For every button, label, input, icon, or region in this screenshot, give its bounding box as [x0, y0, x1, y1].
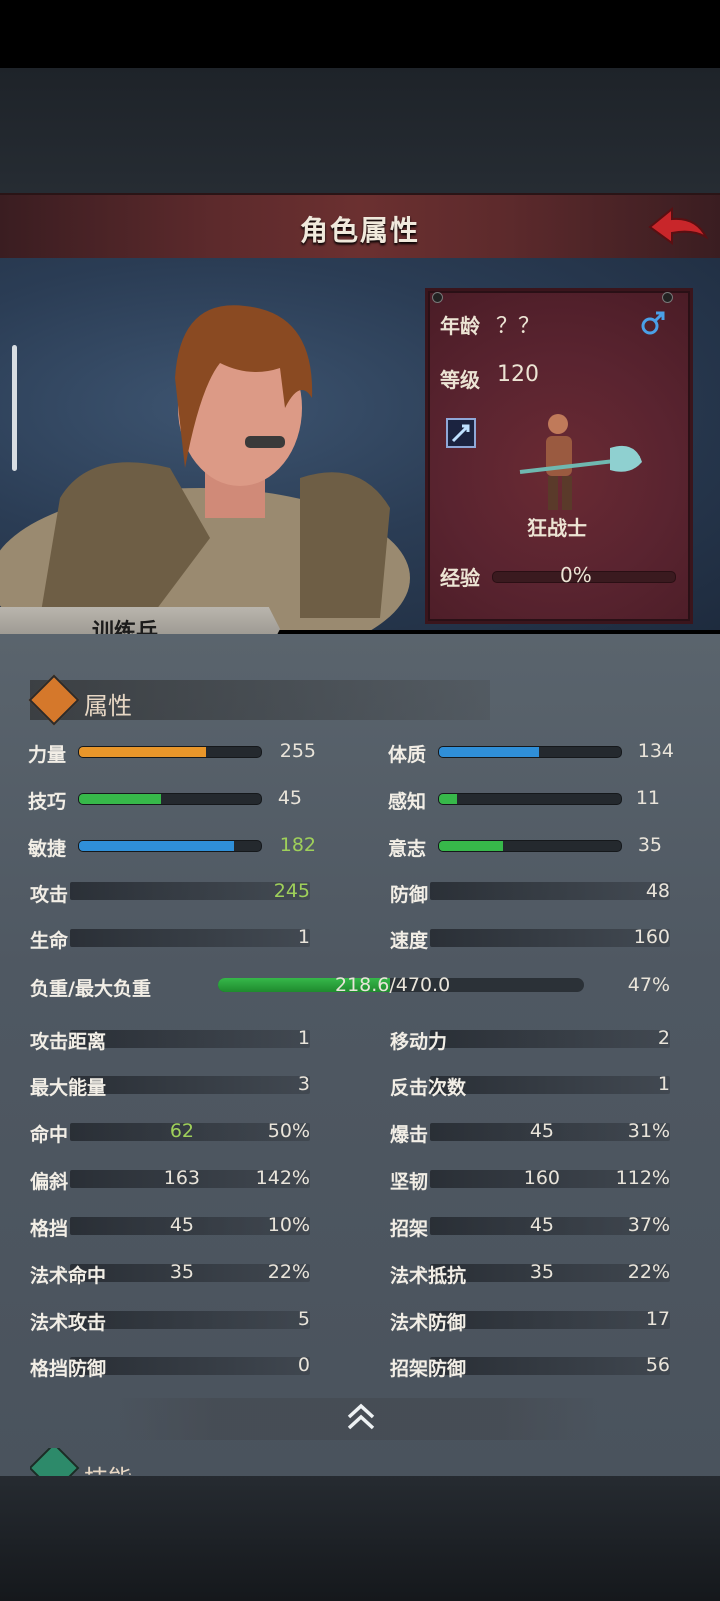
hp-label: 生命 [30, 930, 69, 952]
block-value: 45 [169, 1214, 194, 1236]
berserker-figure [519, 414, 642, 510]
stat-value: 134 [637, 740, 674, 762]
weapon-skill-icon[interactable] [446, 418, 476, 448]
attributes-title: 属性 [84, 692, 132, 720]
weight-percent: 47% [627, 974, 670, 996]
spellhit-label: 法术命中 [30, 1265, 107, 1287]
blockdef-value: 0 [297, 1354, 310, 1376]
spelldef-value: 17 [645, 1308, 670, 1330]
scroll-indicator[interactable] [12, 345, 17, 471]
block-pct: 10% [267, 1214, 310, 1236]
male-icon [641, 311, 665, 335]
attack-value: 245 [273, 880, 310, 902]
move-value: 2 [657, 1027, 670, 1049]
range-label: 攻击距离 [30, 1031, 107, 1053]
spellres-pct: 22% [627, 1261, 670, 1283]
weight-value: 218.6/470.0 [335, 974, 451, 996]
move-label: 移动力 [390, 1031, 448, 1053]
deflect-value: 163 [163, 1167, 200, 1189]
stats-panel [0, 634, 720, 1476]
stat-label: 技巧 [28, 791, 67, 813]
hp-value: 1 [297, 926, 310, 948]
back-arrow-icon[interactable] [646, 203, 710, 251]
stat-value: 45 [277, 787, 302, 809]
hit-label: 命中 [30, 1124, 69, 1146]
defense-value: 48 [645, 880, 670, 902]
stat-label: 意志 [388, 838, 427, 860]
tough-label: 坚韧 [390, 1171, 429, 1193]
spellatk-label: 法术攻击 [30, 1312, 107, 1334]
spelldef-label: 法术防御 [390, 1312, 467, 1334]
weight-label: 负重/最大负重 [30, 978, 151, 1000]
level-value: 120 [497, 362, 539, 387]
stat-value: 255 [279, 740, 316, 762]
hit-value: 62 [169, 1120, 194, 1142]
exp-label: 经验 [440, 566, 480, 590]
spellres-value: 35 [529, 1261, 554, 1283]
age-value: ？？ [496, 314, 541, 339]
deflect-pct: 142% [255, 1167, 310, 1189]
stat-label: 敏捷 [28, 838, 67, 860]
attack-label: 攻击 [30, 884, 69, 906]
speed-value: 160 [633, 926, 670, 948]
stat-bar [438, 840, 622, 852]
crit-pct: 31% [627, 1120, 670, 1142]
stat-bar [438, 793, 622, 805]
counter-value: 1 [657, 1073, 670, 1095]
counter-label: 反击次数 [390, 1077, 467, 1099]
stat-bar [78, 746, 262, 758]
spellatk-value: 5 [297, 1308, 310, 1330]
spellhit-pct: 22% [267, 1261, 310, 1283]
parrydef-label: 招架防御 [390, 1358, 467, 1380]
pin-icon [432, 292, 443, 303]
top-spacer [0, 68, 720, 193]
status-bar [0, 0, 720, 68]
stat-value: 182 [279, 834, 316, 856]
bottom-spacer [0, 1476, 720, 1601]
parry-pct: 37% [627, 1214, 670, 1236]
pin-icon [662, 292, 673, 303]
age-label: 年龄 [440, 314, 480, 338]
stat-bar [438, 746, 622, 758]
title-bar: 角色属性 [0, 193, 720, 262]
defense-label: 防御 [390, 884, 429, 906]
exp-value: 0% [560, 563, 592, 587]
level-label: 等级 [440, 368, 480, 392]
spellhit-value: 35 [169, 1261, 194, 1283]
hit-pct: 50% [267, 1120, 310, 1142]
tough-value: 160 [523, 1167, 560, 1189]
parry-value: 45 [529, 1214, 554, 1236]
parrydef-value: 56 [645, 1354, 670, 1376]
parry-label: 招架 [390, 1218, 429, 1240]
spellres-label: 法术抵抗 [390, 1265, 467, 1287]
tough-pct: 112% [615, 1167, 670, 1189]
blockdef-label: 格挡防御 [30, 1358, 107, 1380]
energy-value: 3 [297, 1073, 310, 1095]
stat-label: 力量 [28, 744, 67, 766]
crit-value: 45 [529, 1120, 554, 1142]
energy-label: 最大能量 [30, 1077, 107, 1099]
range-value: 1 [297, 1027, 310, 1049]
stat-label: 体质 [388, 744, 427, 766]
page-title: 角色属性 [299, 214, 420, 247]
stat-value: 35 [637, 834, 662, 856]
job-name: 狂战士 [527, 516, 587, 540]
deflect-label: 偏斜 [30, 1171, 69, 1193]
block-label: 格挡 [30, 1218, 69, 1240]
stat-label: 感知 [388, 791, 427, 813]
skills-icon [30, 1448, 80, 1478]
stat-bar [78, 840, 262, 852]
chevron-up-icon[interactable] [344, 1400, 378, 1434]
speed-label: 速度 [390, 930, 429, 952]
stat-bar [78, 793, 262, 805]
crit-label: 爆击 [390, 1124, 429, 1146]
stat-value: 11 [635, 787, 660, 809]
